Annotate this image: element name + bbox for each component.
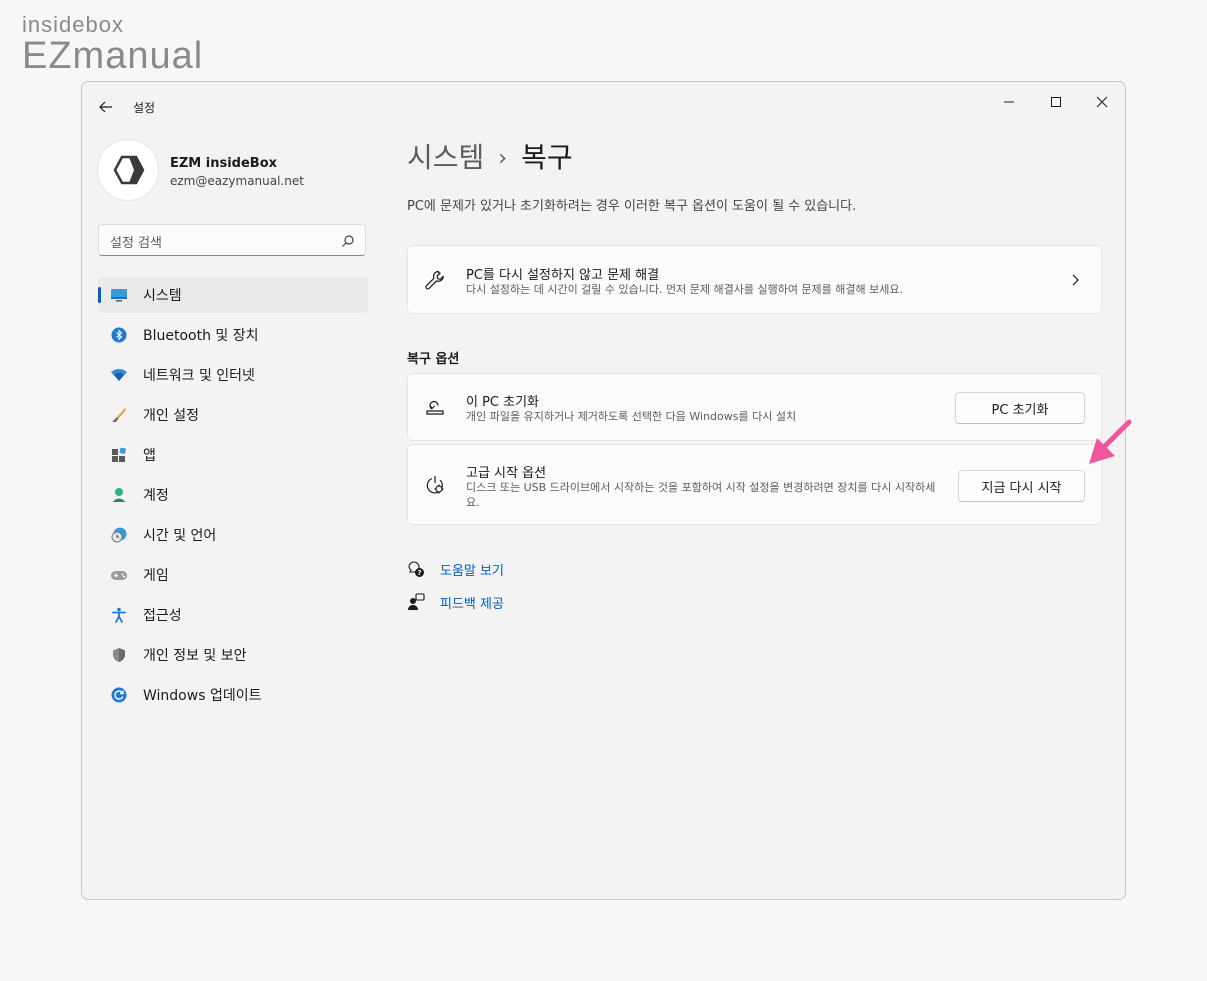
sidebar-item-system[interactable]: 시스템 [98,277,368,313]
reset-pc-card: 이 PC 초기화 개인 파일을 유지하거나 제거하도록 선택한 다음 Windo… [407,373,1102,441]
watermark-logo: insidebox EZmanual [22,12,204,77]
search-placeholder: 설정 검색 [110,236,162,251]
sidebar-item-label: 접근성 [143,608,182,624]
troubleshoot-title: PC를 다시 설정하지 않고 문제 해결 [466,268,660,283]
advanced-startup-card: 고급 시작 옵션 디스크 또는 USB 드라이브에서 시작하는 것을 포함하여 … [407,444,1102,525]
reset-pc-button[interactable]: PC 초기화 [955,392,1085,424]
help-links: ? 도움말 보기 피드백 제공 [407,558,504,624]
advanced-startup-title: 고급 시작 옵션 [466,466,547,481]
gamepad-icon [109,565,129,585]
advanced-startup-icon [424,474,446,496]
get-help-label[interactable]: 도움말 보기 [440,560,504,579]
account-icon [109,485,129,505]
watermark-line2: EZmanual [22,35,204,77]
brush-icon [109,405,129,425]
sidebar-item-label: Bluetooth 및 장치 [143,328,259,344]
profile-name: EZM insideBox [170,156,278,171]
sidebar-item-label: 네트워크 및 인터넷 [143,368,255,384]
user-profile[interactable]: EZM insideBox ezm@eazymanual.net [98,140,304,200]
sidebar-item-bluetooth[interactable]: Bluetooth 및 장치 [98,317,368,353]
get-help-link[interactable]: ? 도움말 보기 [407,558,504,580]
sidebar-item-privacy-security[interactable]: 개인 정보 및 보안 [98,637,368,673]
annotation-arrow-icon [1089,419,1132,464]
sidebar-item-time-language[interactable]: 시간 및 언어 [98,517,368,553]
maximize-button[interactable] [1033,86,1079,118]
minimize-button[interactable] [986,86,1032,118]
sidebar-item-label: 시간 및 언어 [143,528,217,544]
reset-title: 이 PC 초기화 [466,395,540,410]
breadcrumb-separator: › [498,146,508,171]
sidebar-item-apps[interactable]: 앱 [98,437,368,473]
close-button[interactable] [1079,86,1125,118]
troubleshoot-card[interactable]: PC를 다시 설정하지 않고 문제 해결 다시 설정하는 데 시간이 걸릴 수 … [407,245,1102,314]
active-indicator [98,287,101,303]
section-title: 복구 옵션 [407,352,460,367]
search-input[interactable]: 설정 검색 [98,224,366,256]
give-feedback-label[interactable]: 피드백 제공 [440,593,504,612]
svg-text:?: ? [417,569,421,577]
sidebar-item-label: 개인 정보 및 보안 [143,648,247,664]
sidebar-item-accessibility[interactable]: 접근성 [98,597,368,633]
back-arrow-icon[interactable] [96,97,116,117]
feedback-icon [407,593,425,611]
profile-email: ezm@eazymanual.net [170,174,304,188]
sidebar-item-label: 게임 [143,568,169,584]
breadcrumb: 시스템 › 복구 [407,136,573,176]
sidebar-item-personalization[interactable]: 개인 설정 [98,397,368,433]
sidebar-item-label: 개인 설정 [143,408,199,424]
advanced-startup-subtitle: 디스크 또는 USB 드라이브에서 시작하는 것을 포함하여 시작 설정을 변경… [466,481,936,509]
time-language-icon [109,525,129,545]
page-description: PC에 문제가 있거나 초기화하려는 경우 이러한 복구 옵션이 도움이 될 수… [407,199,857,214]
sidebar-item-label: Windows 업데이트 [143,688,262,704]
system-icon [109,285,129,305]
settings-window: 설정 EZM insideBox ezm@eazymanual.net 설정 검… [81,81,1126,900]
sidebar-item-label: 계정 [143,488,169,504]
window-title: 설정 [133,101,156,115]
title-bar: 설정 [82,82,1125,130]
update-icon [109,685,129,705]
restart-now-button[interactable]: 지금 다시 시작 [958,470,1085,502]
wifi-icon [109,365,129,385]
accessibility-icon [109,605,129,625]
sidebar-item-label: 시스템 [143,288,182,304]
avatar-logo-icon [113,155,145,185]
sidebar-nav: 시스템 Bluetooth 및 장치 네트워크 및 인터넷 개인 설정 앱 계정… [98,277,368,717]
help-icon: ? [407,560,425,578]
reset-subtitle: 개인 파일을 유지하거나 제거하도록 선택한 다음 Windows를 다시 설치 [466,410,797,423]
avatar [98,140,158,200]
apps-icon [109,445,129,465]
bluetooth-icon [109,325,129,345]
search-icon[interactable] [341,233,355,252]
reset-pc-icon [424,396,446,418]
sidebar-item-gaming[interactable]: 게임 [98,557,368,593]
sidebar-item-label: 앱 [143,448,156,464]
wrench-icon [424,269,446,291]
shield-icon [109,645,129,665]
troubleshoot-subtitle: 다시 설정하는 데 시간이 걸릴 수 있습니다. 먼저 문제 해결사를 실행하여… [466,283,904,296]
give-feedback-link[interactable]: 피드백 제공 [407,591,504,613]
sidebar-item-windows-update[interactable]: Windows 업데이트 [98,677,368,713]
chevron-right-icon[interactable] [1067,272,1083,292]
page-title: 복구 [521,141,573,174]
sidebar-item-network[interactable]: 네트워크 및 인터넷 [98,357,368,393]
sidebar-item-accounts[interactable]: 계정 [98,477,368,513]
breadcrumb-parent[interactable]: 시스템 [407,141,484,174]
